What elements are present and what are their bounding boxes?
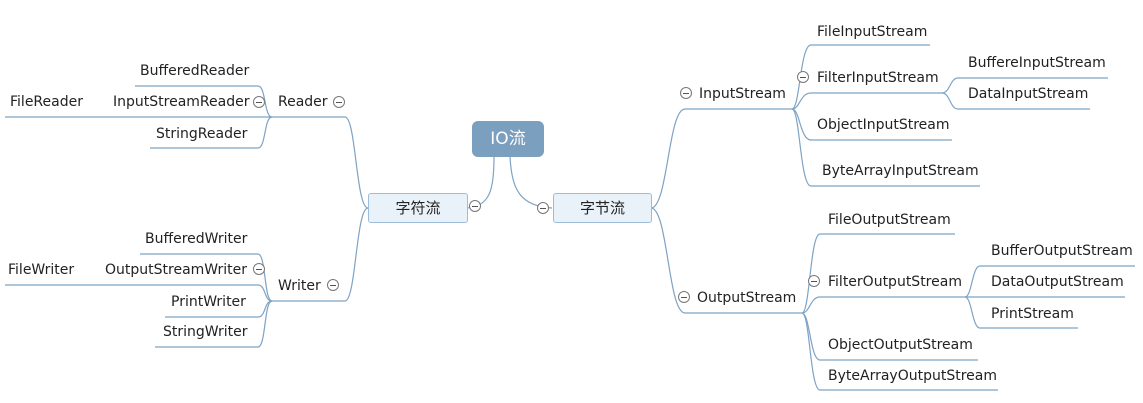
filter-output-stream-node[interactable]: FilterOutputStream (828, 273, 962, 291)
filter-input-stream-collapse-icon[interactable] (797, 71, 809, 83)
writer-node[interactable]: Writer (278, 277, 321, 295)
object-output-stream-node[interactable]: ObjectOutputStream (828, 336, 973, 354)
input-stream-collapse-icon[interactable] (680, 87, 692, 99)
output-stream-writer-node[interactable]: OutputStreamWriter (105, 261, 247, 279)
file-writer-node[interactable]: FileWriter (8, 261, 74, 279)
byte-stream-node[interactable]: 字节流 (553, 193, 652, 223)
object-input-stream-node[interactable]: ObjectInputStream (817, 116, 950, 134)
string-reader-node[interactable]: StringReader (156, 125, 247, 143)
byte-array-input-stream-node[interactable]: ByteArrayInputStream (822, 162, 979, 180)
byte-stream-collapse-icon[interactable] (537, 202, 549, 214)
filter-output-stream-collapse-icon[interactable] (808, 275, 820, 287)
print-stream-node[interactable]: PrintStream (991, 305, 1074, 323)
buffere-input-stream-node[interactable]: BuffereInputStream (968, 54, 1106, 72)
char-stream-collapse-icon[interactable] (469, 200, 481, 212)
data-output-stream-node[interactable]: DataOutputStream (991, 273, 1124, 291)
output-stream-writer-collapse-icon[interactable] (253, 263, 265, 275)
filter-input-stream-node[interactable]: FilterInputStream (817, 69, 939, 87)
reader-collapse-icon[interactable] (333, 96, 345, 108)
reader-node[interactable]: Reader (278, 93, 328, 111)
output-stream-node[interactable]: OutputStream (697, 289, 796, 307)
buffered-reader-node[interactable]: BufferedReader (140, 62, 249, 80)
file-input-stream-node[interactable]: FileInputStream (817, 23, 927, 41)
char-stream-node[interactable]: 字符流 (368, 193, 468, 223)
root-node[interactable]: IO流 (472, 121, 544, 157)
input-stream-reader-collapse-icon[interactable] (253, 96, 265, 108)
buffered-writer-node[interactable]: BufferedWriter (145, 230, 247, 248)
writer-collapse-icon[interactable] (327, 279, 339, 291)
input-stream-node[interactable]: InputStream (699, 85, 786, 103)
input-stream-reader-node[interactable]: InputStreamReader (113, 93, 249, 111)
string-writer-node[interactable]: StringWriter (163, 323, 248, 341)
buffer-output-stream-node[interactable]: BufferOutputStream (991, 242, 1133, 260)
byte-array-output-stream-node[interactable]: ByteArrayOutputStream (828, 367, 997, 385)
data-input-stream-node[interactable]: DataInputStream (968, 85, 1088, 103)
file-output-stream-node[interactable]: FileOutputStream (828, 211, 951, 229)
file-reader-node[interactable]: FileReader (10, 93, 83, 111)
print-writer-node[interactable]: PrintWriter (171, 293, 246, 311)
output-stream-collapse-icon[interactable] (678, 291, 690, 303)
